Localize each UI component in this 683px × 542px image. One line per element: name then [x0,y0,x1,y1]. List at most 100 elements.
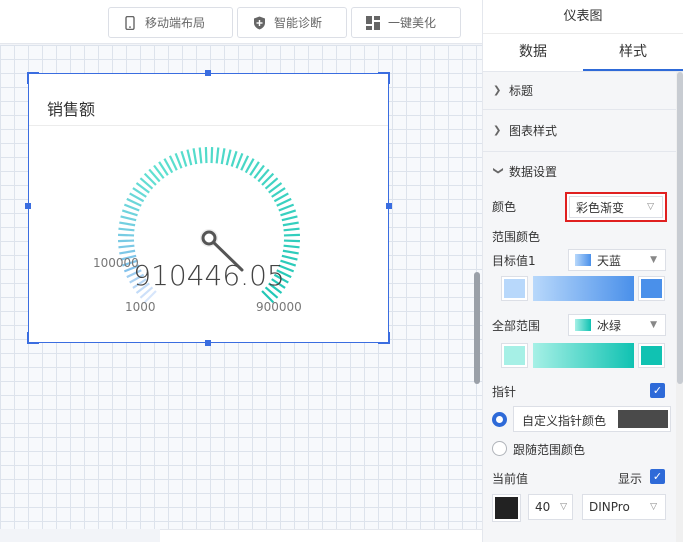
color-select-highlight: 彩色渐变 ▽ [565,192,667,222]
all-range-select[interactable]: 冰绿 ▼ [568,314,666,336]
custom-pointer-row: 自定义指针颜色 [483,404,676,434]
gauge-tick [280,209,297,217]
chevron-down-icon: ▽ [647,202,654,212]
font-family-select[interactable]: DINPro ▽ [582,494,666,520]
gauge-widget[interactable]: 销售额 100000 1000 900000 910446.05 [25,70,392,346]
chevron-down-icon: ▽ [650,502,657,512]
chevron-down-icon: ▼ [650,320,657,330]
mobile-layout-button[interactable]: 移动端布局 [108,7,233,38]
section-title-label: 标题 [509,84,534,98]
chevron-right-icon: ❯ [493,125,502,136]
gauge-tick [121,209,138,217]
current-value-style-row: 40 ▽ DINPro ▽ [483,490,676,524]
gauge-value: 910446.05 [133,259,284,292]
follow-range-radio[interactable] [492,441,507,456]
resize-handle-right[interactable] [386,203,392,209]
section-chart-style[interactable]: ❯ 图表样式 [483,110,676,152]
target-end-color[interactable] [638,276,665,301]
resize-corner-bottom-right[interactable] [378,332,390,344]
section-data-settings-label: 数据设置 [509,164,558,179]
smart-diagnosis-button[interactable]: 智能诊断 [237,7,347,38]
resize-corner-bottom-left[interactable] [27,332,39,344]
smart-diagnosis-label: 智能诊断 [274,16,323,30]
shield-plus-icon [252,16,266,30]
tab-style[interactable]: 样式 [583,34,683,71]
show-checkbox[interactable]: ✓ [650,469,665,484]
section-title[interactable]: ❯ 标题 [483,72,676,110]
gauge-tick [215,147,220,164]
gauge-tick [186,149,193,166]
gauge-tick [210,147,214,164]
mobile-icon [123,15,137,30]
gauge-tick [118,244,135,249]
pointer-label: 指针 [492,385,517,399]
custom-pointer-field[interactable]: 自定义指针颜色 [513,406,671,432]
gauge-tick [283,227,300,232]
resize-corner-top-left[interactable] [27,72,39,84]
color-select-value: 彩色渐变 [576,200,625,215]
tab-data[interactable]: 数据 [483,34,583,71]
resize-handle-left[interactable] [25,203,31,209]
target-start-color[interactable] [501,276,528,301]
chevron-down-icon: ▼ [650,255,657,265]
target-value-select[interactable]: 天蓝 ▼ [568,249,666,271]
mobile-layout-label: 移动端布局 [145,16,206,30]
all-range-end-color[interactable] [638,343,665,368]
all-range-start-color[interactable] [501,343,528,368]
gauge-tick [282,221,299,227]
settings-panel: 仪表图 数据 样式 ❯ 标题 ❯ 图表样式 ❯ 数据设置 颜色 彩色渐变 ▽ 范… [482,0,683,542]
panel-scrollbar-thumb[interactable] [677,72,683,384]
gauge-tick [225,149,232,166]
gauge-tick [118,233,135,237]
custom-pointer-color[interactable] [618,410,668,428]
gauge-tick [204,147,208,164]
pointer-pivot [201,230,217,246]
pointer-checkbox[interactable]: ✓ [650,383,665,398]
color-select[interactable]: 彩色渐变 ▽ [569,196,663,218]
resize-handle-bottom[interactable] [205,340,211,346]
all-range-option: 冰绿 [597,318,622,333]
gauge-min-label: 1000 [125,300,156,314]
gauge-tick [198,147,203,164]
follow-range-label: 跟随范围颜色 [513,443,586,457]
gauge-max-label: 900000 [256,300,302,314]
resize-handle-top[interactable] [205,70,211,76]
target-gradient-row [483,272,676,308]
font-size-select[interactable]: 40 ▽ [528,494,573,520]
canvas-status-bar [160,529,482,542]
gauge-tick [230,150,238,167]
app-root: 移动端布局 智能诊断 一键美化 销售额 100000 1000 900000 9… [0,0,683,542]
top-toolbar: 移动端布局 智能诊断 一键美化 [0,0,482,44]
all-range-gradient-row [483,338,676,374]
gauge-tick [118,227,135,232]
gauge-tick [174,152,183,169]
one-click-beautify-button[interactable]: 一键美化 [351,7,461,38]
color-row: 颜色 彩色渐变 ▽ [483,190,676,222]
resize-corner-top-right[interactable] [378,72,390,84]
gauge-tick [192,148,198,165]
target-swatch [575,254,591,266]
gauge-tick [278,203,295,212]
gauge-tick [283,244,300,249]
panel-tabs: 数据 样式 [483,34,683,72]
range-color-label: 范围颜色 [492,230,541,244]
target-value-row: 目标值1 天蓝 ▼ [483,246,676,272]
target-value-label: 目标值1 [492,254,536,268]
panel-title: 仪表图 [483,0,683,34]
canvas-scrollbar[interactable] [474,272,480,384]
chevron-down-icon: ▽ [560,502,567,512]
section-chart-style-label: 图表样式 [509,124,558,138]
color-label: 颜色 [492,200,517,214]
pointer-row: 指针 ✓ [483,374,676,404]
panel-scrollbar[interactable] [676,72,683,542]
gauge-tick [283,233,300,237]
layout-grid-icon [366,15,380,30]
one-click-beautify-label: 一键美化 [388,16,437,30]
custom-pointer-radio[interactable] [492,412,507,427]
current-value-color[interactable] [492,494,521,522]
section-data-settings[interactable]: ❯ 数据设置 [483,152,676,190]
follow-range-row: 跟随范围颜色 [483,434,676,462]
gauge-tick [283,239,300,243]
current-value-row: 当前值 显示 ✓ [483,462,676,490]
all-range-row: 全部范围 冰绿 ▼ [483,308,676,338]
